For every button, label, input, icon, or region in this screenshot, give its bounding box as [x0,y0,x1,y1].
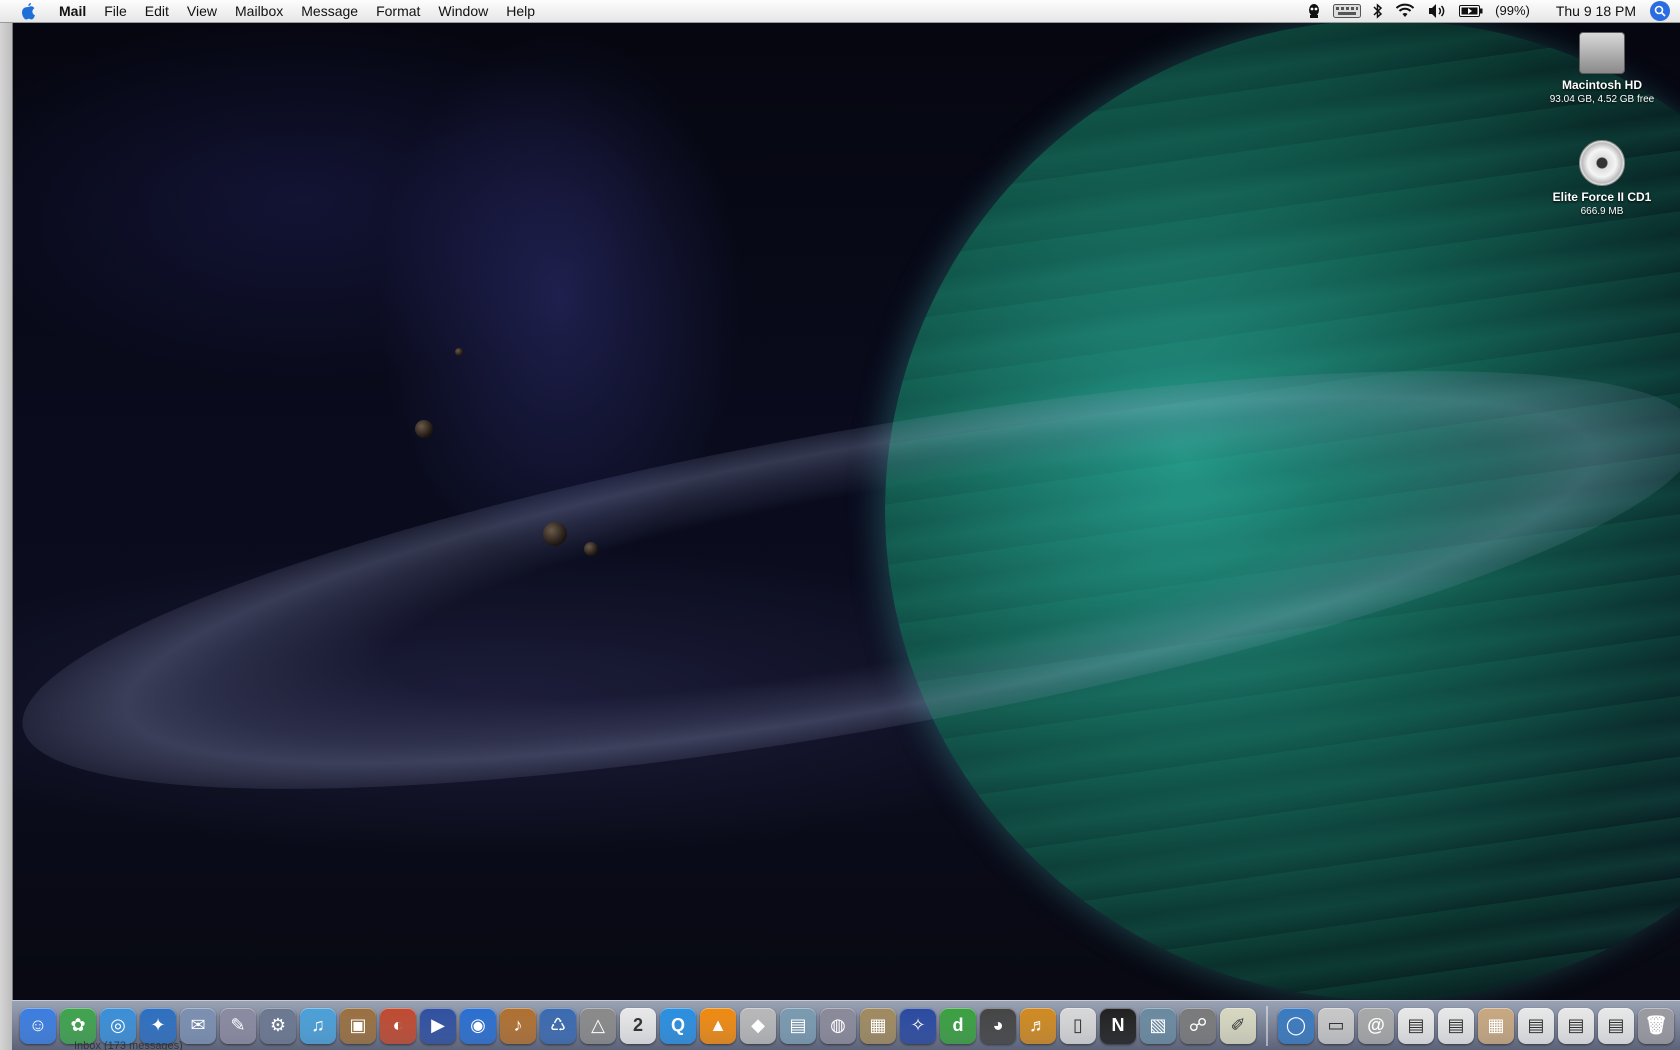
mail-at-icon[interactable]: @ [1358,1007,1394,1044]
dock-documents: ◯ ▭ @ ▤ ▤ ▦ ▤ ▤ ▤ 🗑 [1276,1007,1676,1044]
disk-utility-icon[interactable]: ◍ [820,1007,856,1044]
textedit-icon[interactable]: ✐ [1220,1007,1256,1044]
menu-format[interactable]: Format [367,0,429,22]
minimized-window-1-icon[interactable]: ▤ [1398,1007,1434,1044]
cd-disc-icon [1579,140,1625,186]
archive-icon[interactable]: ▦ [860,1007,896,1044]
desktop-icon-elite-force-cd[interactable]: Elite Force II CD1 666.9 MB [1532,140,1672,217]
menu-view[interactable]: View [178,0,226,22]
recycle-icon[interactable]: ♺ [540,1007,576,1044]
trash-icon[interactable]: 🗑 [1638,1007,1674,1044]
menu-help[interactable]: Help [497,0,544,22]
globe-icon[interactable]: ◯ [1278,1007,1314,1044]
blank-icon[interactable]: ▯ [1060,1007,1096,1044]
finder-icon[interactable]: ☺ [20,1007,56,1044]
script-editor-icon[interactable]: ✎ [220,1007,256,1044]
menu-clock[interactable]: Thu 9 18 PM [1550,0,1642,22]
iphoto-icon[interactable]: ▣ [340,1007,376,1044]
moon [455,348,463,356]
dock-hidden-window-label: Inbox (173 messages) [74,1040,183,1050]
moon [543,522,567,546]
telescope-icon[interactable]: ✧ [900,1007,936,1044]
menu-mailbox[interactable]: Mailbox [226,0,292,22]
dock: ☺ ✿ ◎ ✦ ✉ ✎ ⚙ ♫ ▣ ◐ ▶ ◉ ♪ ♺ △ 2 Q ▲ ◆ ▤ ◍ ▦ ✧ d ◕ ♬ ▯ N ▧ ☍ ✐ ◯ ▭ @ ▤ ▤ ▦ ▤ ▤… [12,1000,1680,1050]
safari-icon[interactable]: ◎ [100,1007,136,1044]
apple-app-icon[interactable]: ◆ [740,1007,776,1044]
applications-folder-icon[interactable]: ▭ [1318,1007,1354,1044]
network-icon[interactable]: ☍ [1180,1007,1216,1044]
spotlight-search-icon[interactable] [1650,1,1670,21]
minimized-window-3-icon[interactable]: ▦ [1478,1007,1514,1044]
desktop: Mail File Edit View Mailbox Message Form… [0,0,1680,1050]
minimized-window-2-icon[interactable]: ▤ [1438,1007,1474,1044]
calendar-icon[interactable]: 2 [620,1007,656,1044]
minimized-window-5-icon[interactable]: ▤ [1558,1007,1594,1044]
adium-icon[interactable]: ✿ [60,1007,96,1044]
menu-extras: (99%) Thu 9 18 PM [1301,0,1680,22]
itunes-icon[interactable]: ♫ [300,1007,336,1044]
desktop-icon-macintosh-hd[interactable]: Macintosh HD 93.04 GB, 4.52 GB free [1532,32,1672,105]
garageband-icon[interactable]: ♪ [500,1007,536,1044]
desktop-icon-label: Macintosh HD [1561,78,1642,92]
keyboard-menulet-icon[interactable] [1327,0,1367,22]
ical-icon[interactable]: ◐ [380,1007,416,1044]
desktop-icon-info: 666.9 MB [1580,206,1624,217]
photo-app-icon[interactable]: ▧ [1140,1007,1176,1044]
dock-apps: ☺ ✿ ◎ ✦ ✉ ✎ ⚙ ♫ ▣ ◐ ▶ ◉ ♪ ♺ △ 2 Q ▲ ◆ ▤ ◍ ▦ ✧ d ◕ ♬ ▯ N ▧ ☍ ✐ [18,1007,1258,1044]
desktop-icon-info: 93.04 GB, 4.52 GB free [1549,94,1655,105]
hard-drive-icon [1579,32,1625,74]
moon [584,542,598,556]
moon [415,420,433,438]
menu-app-name[interactable]: Mail [50,0,95,22]
idvd-icon[interactable]: ◉ [460,1007,496,1044]
apple-menu-icon[interactable] [18,1,38,21]
desktop-icon-label: Elite Force II CD1 [1552,190,1652,204]
wifi-icon[interactable] [1389,0,1421,22]
minimized-window-6-icon[interactable]: ▤ [1598,1007,1634,1044]
menu-bar: Mail File Edit View Mailbox Message Form… [0,0,1680,23]
preview-icon[interactable]: ▤ [780,1007,816,1044]
battery-icon[interactable] [1453,0,1489,22]
battery-percent[interactable]: (99%) [1489,0,1536,22]
vlc-icon[interactable]: ▲ [700,1007,736,1044]
minimized-window-4-icon[interactable]: ▤ [1518,1007,1554,1044]
camino-icon[interactable]: ✦ [140,1007,176,1044]
triangle-app-icon[interactable]: △ [580,1007,616,1044]
menulet-alien-icon[interactable] [1301,0,1327,22]
background-window-edge[interactable] [0,22,13,1050]
bluetooth-icon[interactable] [1367,0,1389,22]
menu-file[interactable]: File [95,0,136,22]
imovie-icon[interactable]: ▶ [420,1007,456,1044]
volume-icon[interactable] [1421,0,1453,22]
system-prefs-icon[interactable]: ⚙ [260,1007,296,1044]
audacity-icon[interactable]: ♬ [1020,1007,1056,1044]
mail-icon[interactable]: ✉ [180,1007,216,1044]
menu-window[interactable]: Window [429,0,497,22]
dreamweaver-icon[interactable]: d [940,1007,976,1044]
cyberduck-icon[interactable]: ◕ [980,1007,1016,1044]
quicktime-icon[interactable]: Q [660,1007,696,1044]
dock-separator [1266,1005,1268,1046]
menu-message[interactable]: Message [292,0,367,22]
nc-icon[interactable]: N [1100,1007,1136,1044]
menu-edit[interactable]: Edit [136,0,178,22]
